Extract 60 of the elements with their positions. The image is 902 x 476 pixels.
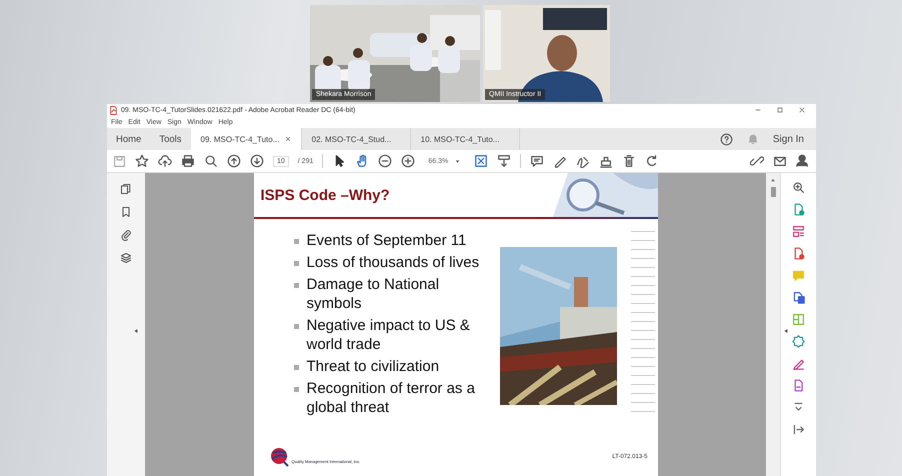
print-icon[interactable] [181,154,195,168]
search-icon[interactable] [204,154,218,168]
scroll-mode-icon[interactable] [497,154,512,168]
document-icon[interactable] [792,379,805,392]
sign-in-link[interactable]: Sign In [772,134,804,144]
layers-icon[interactable] [120,252,132,264]
page-down-icon[interactable] [250,154,264,168]
document-tab[interactable]: 02. MSO-TC-4_Stud... [302,128,411,150]
close-tab-button[interactable]: × [285,134,291,144]
mail-icon[interactable] [773,154,787,168]
bullet-text: Recognition of terror as a global threat [306,379,475,417]
document-tab[interactable]: 10. MSO-TC-4_Tuto... [410,128,520,150]
share-link-icon[interactable] [750,154,764,168]
bullet-icon [294,261,298,266]
document-icon[interactable] [792,203,805,216]
nav-tab[interactable]: Tools [150,128,191,150]
badge-icon[interactable] [792,335,805,348]
bullet-text: Loss of thousands of lives [306,253,480,272]
bullet-text: Threat to civilization [306,357,440,376]
document-tab[interactable]: 09. MSO-TC-4_Tuto... × [190,128,302,150]
help-icon[interactable] [720,132,733,146]
bullet-text: Damage to National symbols [306,275,440,313]
account-icon[interactable] [796,153,810,167]
collapse-icon[interactable] [792,423,805,436]
expand-arrow-icon[interactable] [783,328,789,334]
scroll-up-icon[interactable] [770,177,776,183]
bullet-text: Events of September 11 [306,231,466,250]
collapse-arrow-icon[interactable] [133,328,139,334]
slide-title: ISPS Code –Why? [260,186,391,204]
signature-icon[interactable] [576,154,590,168]
comment-icon[interactable] [530,154,544,168]
attachment-icon[interactable] [120,229,132,241]
zoom-in-icon[interactable] [401,154,416,168]
search-icon[interactable] [792,181,805,194]
pages-icon[interactable] [120,183,132,195]
fit-page-icon[interactable] [474,154,488,168]
document-icon[interactable] [792,247,805,260]
bullet-icon [294,283,298,288]
pen-icon[interactable] [792,357,805,370]
bullet-icon [294,365,298,370]
layout-icon[interactable] [792,225,805,238]
bullet-icon [294,387,298,392]
nav-tab[interactable]: Home [107,128,150,150]
page-up-icon[interactable] [227,154,241,168]
star-icon[interactable] [135,154,149,168]
document-icon[interactable] [792,291,805,304]
close-icon[interactable] [798,106,806,114]
bookmark-icon[interactable] [120,206,132,218]
zoom-out-icon[interactable] [378,154,392,168]
restore-icon[interactable] [776,106,784,114]
pen-icon[interactable] [553,154,568,168]
bullet-text: Negative impact to US & world trade [306,316,470,354]
logo-icon [270,447,290,467]
bullet-icon [294,239,298,244]
stamp-icon[interactable] [599,154,614,168]
bullet-icon [294,324,298,329]
scrollbar-thumb[interactable] [770,187,776,197]
upload-icon[interactable] [158,154,172,168]
trash-icon[interactable] [622,154,636,168]
caret-icon [454,158,462,164]
